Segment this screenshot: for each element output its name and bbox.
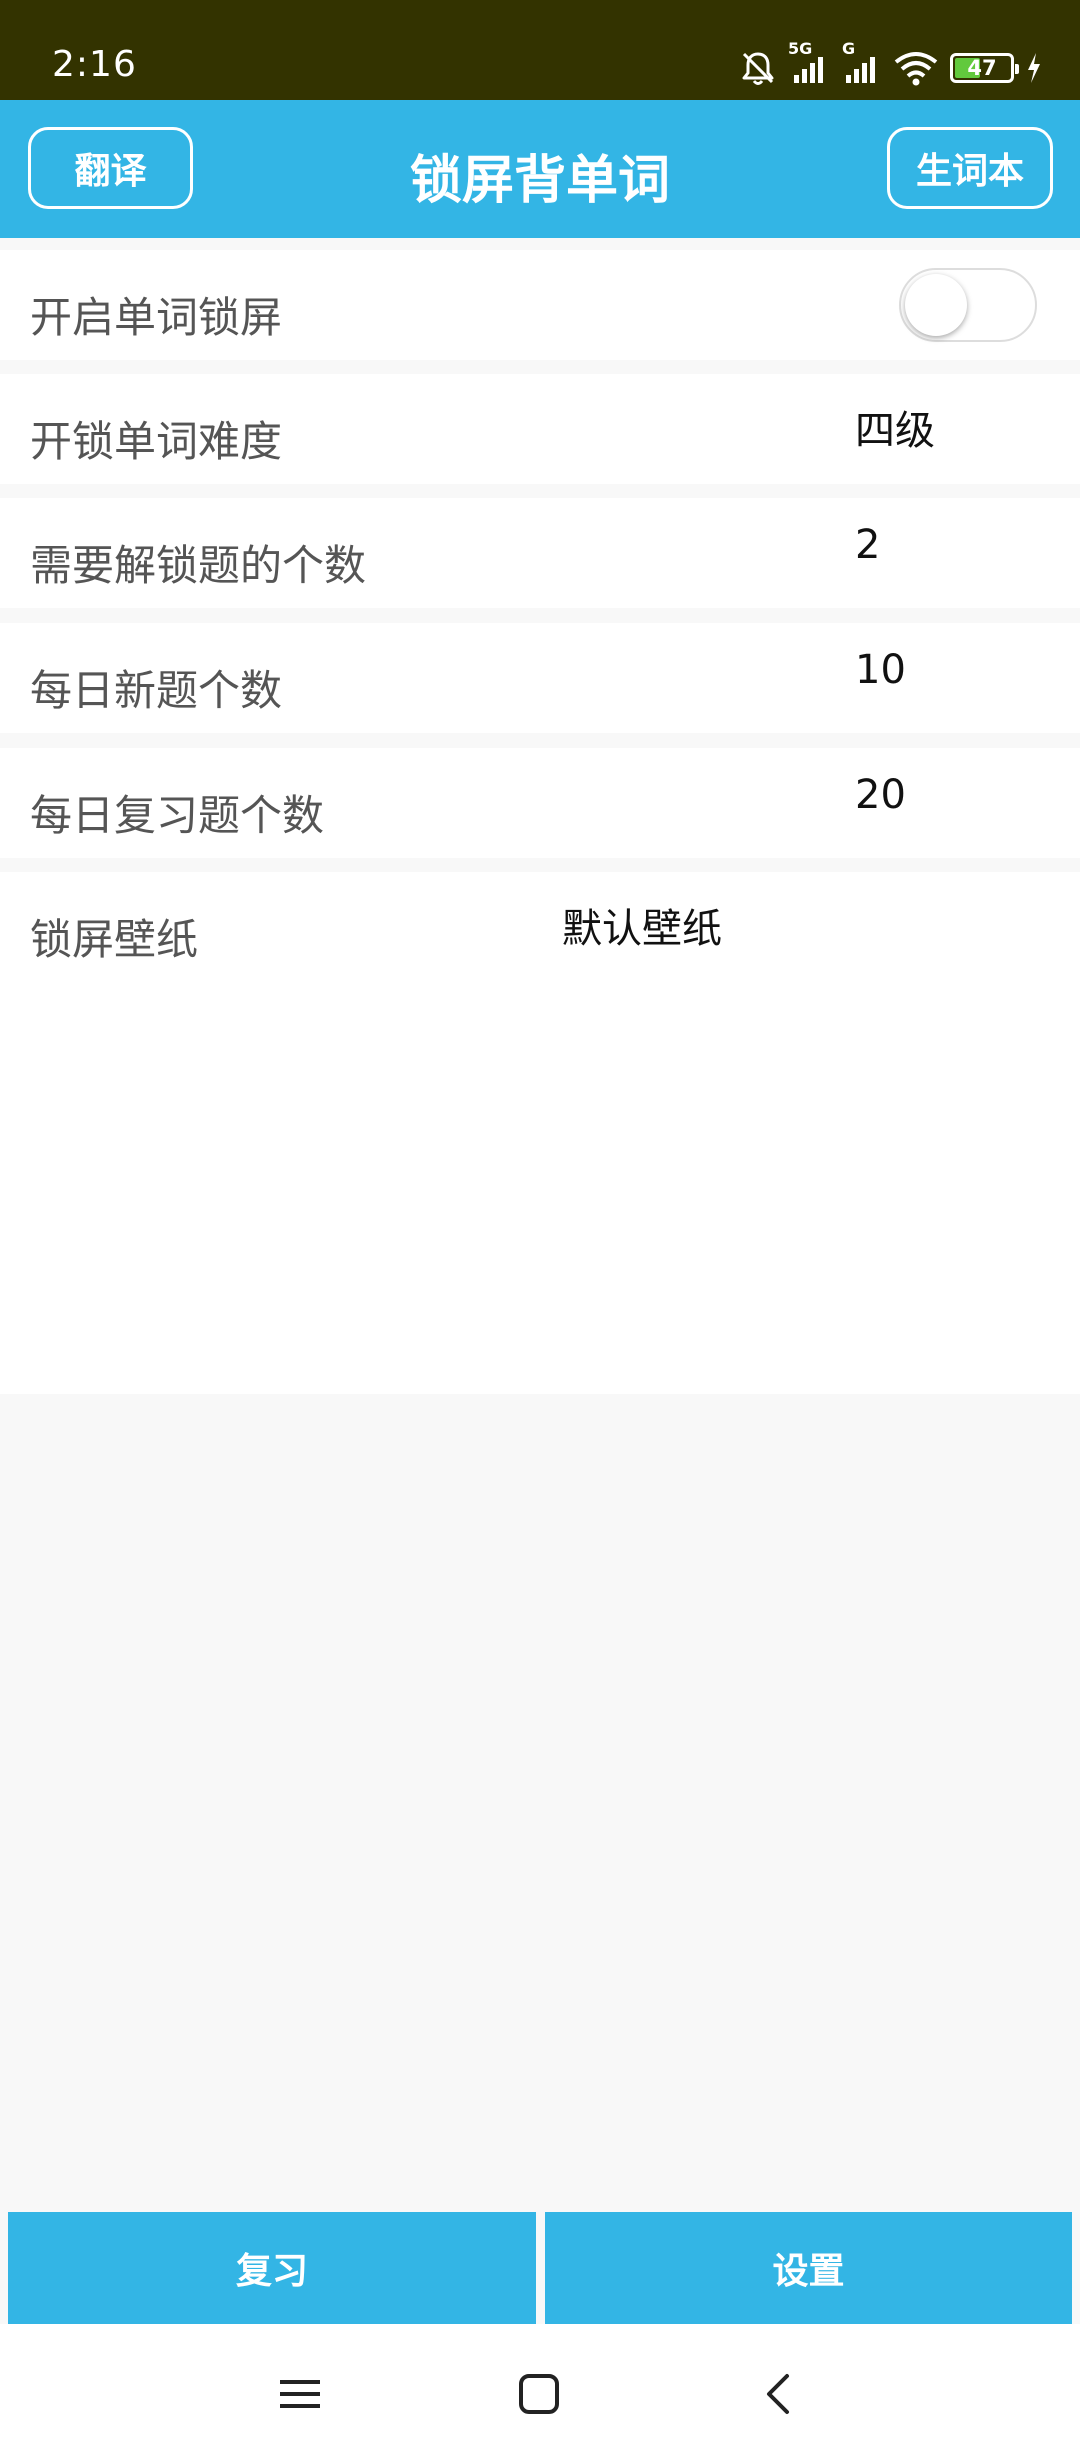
home-icon[interactable]	[509, 2364, 569, 2424]
setting-row-enable-lock[interactable]: 开启单词锁屏	[0, 250, 1080, 360]
setting-label: 开锁单词难度	[30, 417, 283, 466]
bottom-tab-bar: 复习 设置	[0, 2212, 1080, 2324]
network-type-label-2: G	[842, 39, 856, 58]
daily-review-value: 20	[855, 772, 906, 818]
menu-icon[interactable]	[270, 2364, 330, 2424]
setting-label: 需要解锁题的个数	[30, 541, 367, 590]
battery-icon: 47	[950, 53, 1019, 83]
setting-row-wallpaper[interactable]: 锁屏壁纸 默认壁纸	[0, 872, 1080, 1394]
setting-row-difficulty[interactable]: 开锁单词难度 四级	[0, 374, 1080, 484]
network-type-label: 5G	[788, 39, 813, 58]
setting-label: 每日新题个数	[30, 666, 283, 715]
daily-new-value: 10	[855, 647, 906, 693]
battery-cap	[1015, 64, 1019, 74]
signal-icon: 5G	[788, 39, 830, 85]
vocabulary-book-button[interactable]: 生词本	[887, 127, 1053, 209]
setting-row-daily-review[interactable]: 每日复习题个数 20	[0, 748, 1080, 858]
setting-label: 每日复习题个数	[30, 791, 325, 840]
charging-icon	[1026, 53, 1042, 83]
system-nav-bar	[0, 2324, 1080, 2460]
setting-label: 锁屏壁纸	[30, 915, 199, 964]
back-icon[interactable]	[748, 2364, 808, 2424]
battery-level-text: 47	[967, 56, 997, 80]
difficulty-value: 四级	[855, 408, 935, 454]
setting-row-daily-new[interactable]: 每日新题个数 10	[0, 623, 1080, 733]
status-bar: 2:16 5G G 47	[0, 0, 1080, 100]
status-time: 2:16	[52, 44, 137, 85]
wifi-icon	[894, 50, 938, 86]
app-bar: 翻译 锁屏背单词 生词本	[0, 100, 1080, 238]
status-icons: 5G G 47	[738, 39, 1042, 90]
toggle-knob	[905, 274, 967, 336]
mute-bell-icon	[738, 48, 778, 88]
signal-icon-2: G	[842, 39, 882, 85]
unlock-count-value: 2	[855, 522, 881, 568]
setting-row-unlock-count[interactable]: 需要解锁题的个数 2	[0, 498, 1080, 608]
setting-label: 开启单词锁屏	[30, 293, 283, 342]
enable-lock-toggle[interactable]	[899, 268, 1037, 342]
settings-button[interactable]: 设置	[545, 2212, 1072, 2324]
review-button[interactable]: 复习	[8, 2212, 536, 2324]
wallpaper-value: 默认壁纸	[562, 906, 722, 952]
